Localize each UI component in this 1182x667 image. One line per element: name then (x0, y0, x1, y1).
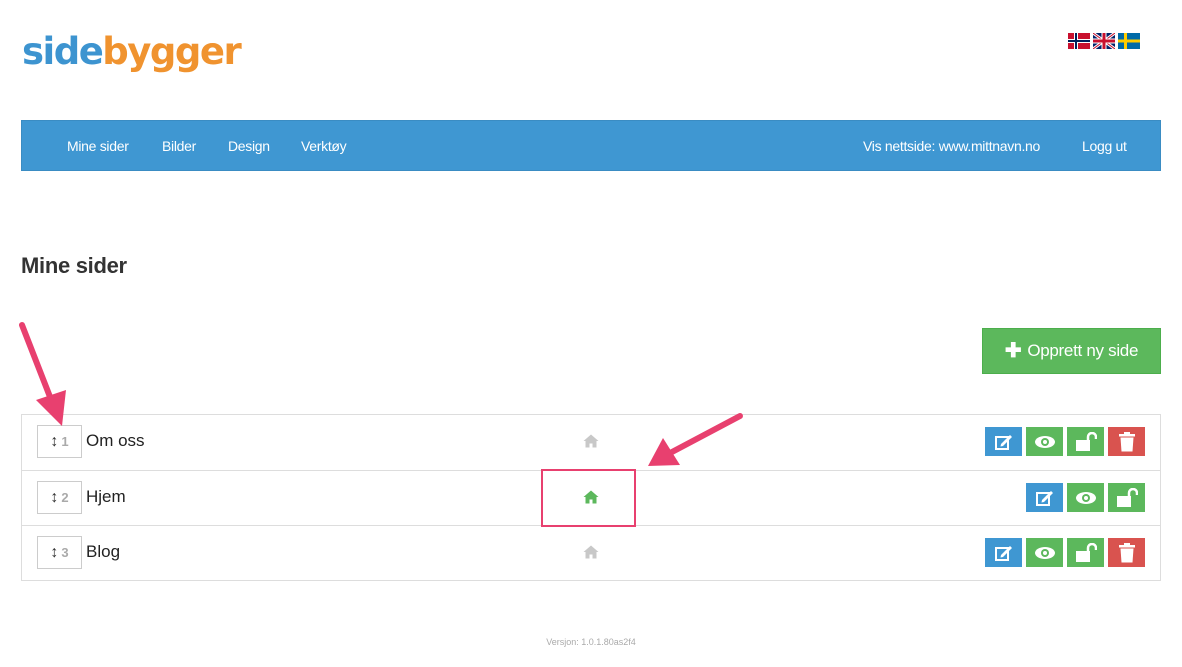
unlock-button[interactable] (1067, 538, 1104, 567)
trash-icon (1118, 542, 1135, 562)
edit-button[interactable] (985, 538, 1022, 567)
eye-icon (1034, 435, 1055, 448)
page-order: 2 (61, 490, 69, 505)
page-name: Hjem (86, 487, 126, 506)
sort-arrows-icon: ↕ (50, 432, 59, 450)
row-actions (985, 538, 1145, 567)
norway-flag-icon[interactable] (1068, 33, 1090, 49)
page-name: Om oss (86, 431, 145, 450)
nav-bilder[interactable]: Bilder (162, 121, 196, 172)
row-actions (1026, 483, 1145, 512)
page-order: 3 (61, 545, 69, 560)
logo-part-side: side (22, 30, 104, 73)
home-icon[interactable] (583, 434, 599, 448)
sort-arrows-icon: ↕ (50, 543, 59, 561)
row-actions (985, 427, 1145, 456)
eye-icon (1075, 491, 1096, 504)
trash-icon (1118, 431, 1135, 451)
plus-icon: ✚ (1004, 340, 1022, 362)
unlock-icon (1075, 542, 1097, 562)
version-text: Versjon: 1.0.1.80as2f4 (546, 637, 636, 647)
annotation-arrow-handle (19, 322, 66, 426)
sort-handle[interactable]: ↕ 3 (37, 536, 82, 569)
create-page-label: Opprett ny side (1027, 341, 1139, 360)
page-title: Mine sider (21, 253, 127, 278)
sort-handle[interactable]: ↕ 2 (37, 481, 82, 514)
view-button[interactable] (1026, 427, 1063, 456)
edit-icon (994, 434, 1012, 450)
create-page-button[interactable]: ✚ Opprett ny side (982, 328, 1161, 374)
logo[interactable]: sidebygger (22, 30, 242, 73)
sweden-flag-icon[interactable] (1118, 33, 1140, 49)
home-icon[interactable] (583, 545, 599, 559)
delete-button[interactable] (1108, 538, 1145, 567)
main-navbar: Mine sider Bilder Design Verktøy Vis net… (21, 120, 1161, 171)
sort-handle[interactable]: ↕ 1 (37, 425, 82, 458)
sort-arrows-icon: ↕ (50, 488, 59, 506)
view-button[interactable] (1067, 483, 1104, 512)
nav-verktoy[interactable]: Verktøy (301, 121, 347, 172)
delete-button[interactable] (1108, 427, 1145, 456)
unlock-button[interactable] (1067, 427, 1104, 456)
nav-logout[interactable]: Logg ut (1082, 121, 1127, 172)
uk-flag-icon[interactable] (1093, 33, 1115, 49)
nav-mine-sider[interactable]: Mine sider (67, 121, 129, 172)
eye-icon (1034, 546, 1055, 559)
view-button[interactable] (1026, 538, 1063, 567)
page-name: Blog (86, 542, 121, 561)
page-row: ↕ 1 Om oss (22, 415, 1160, 470)
page-row: ↕ 3 Blog (22, 525, 1160, 580)
logo-part-bygger: bygger (102, 30, 241, 73)
edit-icon (1035, 490, 1053, 506)
edit-icon (994, 545, 1012, 561)
annotation-highlight-box (541, 469, 636, 527)
page-order: 1 (61, 434, 69, 449)
language-switcher (1068, 33, 1140, 49)
unlock-icon (1075, 431, 1097, 451)
unlock-icon (1116, 487, 1138, 507)
nav-view-site[interactable]: Vis nettside: www.mittnavn.no (863, 121, 1040, 172)
edit-button[interactable] (985, 427, 1022, 456)
edit-button[interactable] (1026, 483, 1063, 512)
unlock-button[interactable] (1108, 483, 1145, 512)
nav-design[interactable]: Design (228, 121, 270, 172)
